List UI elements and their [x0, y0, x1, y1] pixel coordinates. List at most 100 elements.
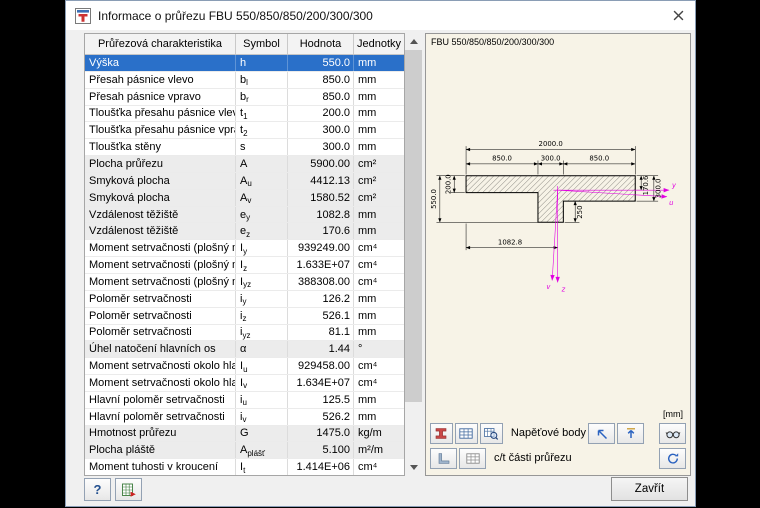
- cell-unit: mm: [358, 309, 377, 322]
- dialog-title: Informace o průřezu FBU 550/850/850/200/…: [98, 8, 373, 23]
- table-row[interactable]: Poloměr setrvačnosti iz 526.1 mm: [85, 307, 404, 325]
- cell-value: 200.0: [288, 105, 354, 122]
- cell-value: 5.100: [288, 442, 354, 459]
- cell-unit: cm⁴: [358, 376, 378, 389]
- scroll-down-icon[interactable]: [405, 459, 422, 476]
- table-row[interactable]: Moment setrvačnosti (plošný moment Iy 93…: [85, 240, 404, 258]
- cell-symbol: s: [236, 139, 288, 156]
- cell-value: 939249.00: [288, 240, 354, 257]
- cell-characteristic: Hmotnost průřezu: [85, 425, 236, 442]
- table-row[interactable]: Hlavní poloměr setrvačnosti iu 125.5 mm: [85, 391, 404, 409]
- cell-symbol: iy: [236, 290, 288, 307]
- cell-characteristic: Hlavní poloměr setrvačnosti: [85, 408, 236, 425]
- export-table-button[interactable]: [115, 478, 142, 501]
- ct-parts-graphic-button[interactable]: [430, 447, 457, 469]
- scrollbar-thumb[interactable]: [405, 50, 422, 402]
- cell-value: 125.5: [288, 391, 354, 408]
- table-gray-icon: [465, 452, 480, 464]
- reset-view-button[interactable]: [617, 422, 644, 444]
- table-scrollbar[interactable]: [405, 33, 422, 476]
- svg-text:1082.8: 1082.8: [498, 239, 522, 247]
- cell-symbol: h: [236, 55, 288, 71]
- stress-points-details-button[interactable]: [479, 422, 503, 444]
- cell-value: 1.633E+07: [288, 257, 354, 273]
- magnifier-table-icon: [484, 427, 499, 440]
- svg-text:850.0: 850.0: [589, 155, 609, 163]
- table-row[interactable]: Moment setrvačnosti (plošný moment Iz 1.…: [85, 257, 404, 274]
- help-button[interactable]: ?: [84, 478, 111, 501]
- stress-points-label: Napěťové body: [510, 427, 586, 439]
- table-row[interactable]: Poloměr setrvačnosti iy 126.2 mm: [85, 290, 404, 308]
- table-row[interactable]: Smyková plocha Av 1580.52 cm²: [85, 189, 404, 207]
- footer-left-buttons: ?: [84, 478, 142, 501]
- cell-unit: kg/m: [358, 427, 382, 440]
- cell-characteristic: Smyková plocha: [85, 172, 236, 189]
- cell-unit: mm: [358, 393, 377, 406]
- cell-characteristic: Přesah pásnice vpravo: [85, 88, 236, 105]
- view-details-button[interactable]: [659, 422, 686, 444]
- cell-value: 170.6: [288, 223, 354, 240]
- svg-text:z: z: [561, 286, 566, 294]
- cell-symbol: Iu: [236, 358, 288, 375]
- cell-symbol: Aplášť: [236, 442, 288, 459]
- table-row[interactable]: Přesah pásnice vlevo bl 850.0 mm: [85, 71, 404, 89]
- close-icon[interactable]: [661, 1, 695, 30]
- table-row[interactable]: Vzdálenost těžiště ey 1082.8 mm: [85, 206, 404, 224]
- stress-points-toolbar: Napěťové body: [430, 422, 686, 444]
- close-dialog-button[interactable]: Zavřít: [611, 477, 688, 501]
- cell-symbol: iu: [236, 391, 288, 408]
- cell-value: 929458.00: [288, 358, 354, 375]
- cell-characteristic: Úhel natočení hlavních os: [85, 341, 236, 358]
- cell-unit: cm⁴: [358, 461, 378, 474]
- cell-value: 1.44: [288, 341, 354, 358]
- cell-value: 1475.0: [288, 425, 354, 442]
- refresh-view-button[interactable]: [659, 447, 686, 469]
- cell-symbol: G: [236, 425, 288, 442]
- table-row[interactable]: Moment setrvačnosti okolo hlavní osy Iv …: [85, 375, 404, 392]
- cell-unit: cm²: [358, 157, 377, 170]
- cell-value: 526.1: [288, 307, 354, 324]
- table-row[interactable]: Moment setrvačnosti (plošný moment Iyz 3…: [85, 273, 404, 291]
- table-row[interactable]: Vzdálenost těžiště ez 170.6 mm: [85, 223, 404, 241]
- cell-value: 550.0: [288, 55, 354, 71]
- cell-unit: mm: [358, 225, 377, 238]
- cell-characteristic: Moment setrvačnosti okolo hlavní osy: [85, 375, 236, 391]
- table-row[interactable]: Smyková plocha Au 4412.13 cm²: [85, 172, 404, 190]
- table-row[interactable]: Tloušťka přesahu pásnice vlevo t1 200.0 …: [85, 105, 404, 123]
- svg-text:200.0: 200.0: [444, 174, 452, 194]
- table-row[interactable]: Plocha pláště Aplášť 5.100 m²/m: [85, 442, 404, 460]
- section-graphic-button[interactable]: [430, 422, 453, 444]
- ct-parts-table-button[interactable]: [459, 447, 486, 469]
- cell-characteristic: Plocha průřezu: [85, 156, 236, 172]
- table-row[interactable]: Moment setrvačnosti okolo hlavní osy Iu …: [85, 358, 404, 376]
- cell-characteristic: Tloušťka přesahu pásnice vlevo: [85, 105, 236, 122]
- dialog-icon: [75, 7, 91, 24]
- cell-symbol: Iy: [236, 240, 288, 257]
- table-row[interactable]: Úhel natočení hlavních os α 1.44 °: [85, 341, 404, 359]
- stress-points-table-button[interactable]: [454, 422, 478, 444]
- cell-value: 850.0: [288, 71, 354, 88]
- table-row[interactable]: Výška h 550.0 mm: [85, 55, 404, 72]
- table-row[interactable]: Tloušťka přesahu pásnice vpravo t2 300.0…: [85, 122, 404, 140]
- cell-value: 4412.13: [288, 172, 354, 189]
- svg-text:v: v: [546, 283, 551, 291]
- cell-value: 388308.00: [288, 273, 354, 290]
- svg-text:y: y: [671, 182, 677, 190]
- cell-characteristic: Poloměr setrvačnosti: [85, 324, 236, 341]
- table-row[interactable]: Plocha průřezu A 5900.00 cm²: [85, 156, 404, 173]
- cell-symbol: A: [236, 156, 288, 172]
- table-row[interactable]: Poloměr setrvačnosti i yz 81.1 mm: [85, 324, 404, 342]
- cell-symbol: ez: [236, 223, 288, 240]
- table-row[interactable]: Přesah pásnice vpravo br 850.0 mm: [85, 88, 404, 106]
- table-row[interactable]: Hmotnost průřezu G 1475.0 kg/m: [85, 425, 404, 443]
- cell-characteristic: Přesah pásnice vlevo: [85, 71, 236, 88]
- table-row[interactable]: Moment tuhosti v kroucení It 1.414E+06 c…: [85, 459, 404, 475]
- titlebar[interactable]: Informace o průřezu FBU 550/850/850/200/…: [66, 1, 695, 30]
- table-header: Průřezová charakteristika Symbol Hodnota…: [85, 34, 404, 55]
- scroll-up-icon[interactable]: [405, 33, 422, 50]
- header-value: Hodnota: [288, 34, 354, 54]
- pan-view-button[interactable]: [588, 422, 615, 444]
- table-row[interactable]: Hlavní poloměr setrvačnosti iv 526.2 mm: [85, 408, 404, 426]
- table-row[interactable]: Tloušťka stěny s 300.0 mm: [85, 139, 404, 157]
- cell-unit: cm²: [358, 174, 377, 187]
